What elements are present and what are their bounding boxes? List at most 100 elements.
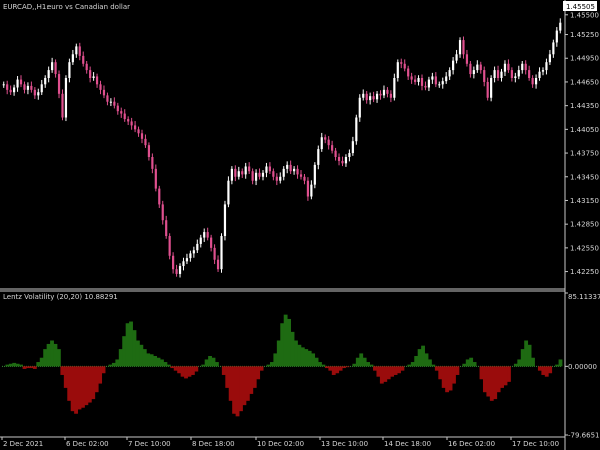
price-tick-label: 1.44950 [570, 55, 599, 63]
candle-body [503, 63, 507, 72]
histogram-bar-positive [129, 321, 133, 367]
candle-body [310, 184, 313, 197]
histogram-bar-negative [386, 366, 391, 380]
histogram-bar-negative [67, 366, 72, 401]
histogram-bar-positive [12, 362, 17, 367]
histogram-bar-positive [122, 336, 127, 367]
histogram-bar-negative [335, 366, 340, 374]
histogram-bar-negative [239, 366, 243, 412]
indicator-tick-label: -79.66513 [568, 432, 600, 440]
candle-body [493, 70, 496, 78]
candle-body [431, 76, 434, 80]
histogram-bar-positive [146, 353, 151, 367]
candle-body [44, 77, 47, 85]
candle-body [16, 79, 19, 88]
histogram-bar-positive [208, 356, 212, 367]
candle-body [19, 79, 23, 85]
candle-body [9, 89, 12, 93]
histogram-bar-positive [318, 362, 322, 367]
histogram-bar-negative [91, 366, 96, 400]
histogram-bar-negative [379, 366, 384, 384]
candle-body [279, 176, 282, 181]
candle-body [206, 232, 209, 238]
histogram-bar-negative [328, 366, 333, 371]
histogram-bar-positive [307, 350, 312, 367]
candle-body [521, 63, 524, 71]
histogram-bar-negative [548, 366, 553, 374]
candle-body [92, 76, 95, 78]
chart-svg: 1.45500 1.45250 1.44950 1.44650 1.44350 1.440… [0, 0, 600, 450]
candle-body [23, 84, 26, 90]
histogram-bar-negative [438, 366, 443, 380]
candle-body [237, 171, 240, 177]
histogram-bar-positive [469, 357, 474, 367]
candle-body [213, 247, 216, 260]
indicator-tick-label: 0.00000 [568, 363, 597, 371]
candle-body [47, 70, 50, 78]
candle-body [248, 166, 251, 172]
histogram-bar-negative [32, 366, 37, 369]
candle-body [133, 125, 137, 130]
histogram-bar-negative [500, 366, 504, 388]
time-tick-label: 16 Dec 02:00 [448, 440, 495, 448]
histogram-bar-negative [342, 366, 346, 369]
histogram-bar-negative [190, 366, 195, 375]
symbol-label: EURCAD,,H1: [3, 3, 49, 11]
candle-body [71, 54, 74, 63]
histogram-bar-positive [19, 364, 24, 367]
candle-body [51, 62, 54, 71]
candle-body [320, 137, 323, 150]
histogram-bar-negative [245, 366, 250, 401]
candle-body [445, 76, 448, 82]
histogram-bar-positive [421, 345, 425, 367]
candle-body [358, 97, 361, 118]
histogram-bar-negative [390, 366, 395, 377]
candle-body [331, 145, 334, 151]
candle-body [258, 172, 261, 177]
candle-body [196, 243, 199, 251]
histogram-bar-positive [50, 340, 54, 367]
histogram-bar-positive [431, 364, 436, 367]
candle-body [40, 84, 43, 93]
histogram-bar-negative [544, 366, 549, 377]
time-tick-label: 13 Dec 10:00 [321, 440, 368, 448]
candle-body [407, 68, 410, 77]
price-tick-label: 1.42850 [570, 221, 599, 229]
candle-body [545, 62, 548, 71]
candle-body [528, 70, 531, 78]
candle-body [389, 93, 392, 98]
time-tick-label: 17 Dec 10:00 [512, 440, 559, 448]
histogram-bar-positive [555, 364, 559, 367]
symbol-description: euro vs Canadian dollar [47, 3, 130, 11]
candle-body [75, 46, 78, 55]
histogram-bar-negative [87, 366, 92, 403]
candle-body [462, 40, 465, 55]
histogram-bar-negative [455, 366, 460, 375]
histogram-bar-positive [211, 357, 216, 367]
candle-body [334, 150, 337, 158]
candle-body [210, 237, 213, 248]
histogram-bar-negative [232, 366, 237, 414]
histogram-bar-negative [452, 366, 456, 384]
candle-body [306, 180, 310, 197]
histogram-bar-positive [297, 344, 302, 367]
price-tick-label: 1.44350 [570, 102, 599, 110]
candle-body [365, 93, 368, 101]
histogram-bar-positive [5, 364, 10, 367]
price-tick-label: 1.44650 [570, 78, 599, 86]
histogram-bar-negative [331, 366, 336, 375]
candle-body [116, 105, 119, 112]
candle-body [448, 70, 451, 77]
candle-body [344, 157, 348, 164]
histogram-bar-positive [280, 323, 285, 367]
histogram-bar-negative [256, 366, 261, 380]
histogram-bar-negative [252, 366, 257, 388]
candle-body [510, 70, 513, 78]
candle-body [61, 93, 64, 118]
histogram-bar-negative [98, 366, 103, 384]
candle-body [199, 237, 202, 244]
histogram-bar-positive [53, 343, 58, 367]
histogram-bar-positive [283, 314, 288, 367]
candle-body [127, 119, 130, 122]
candle-body [227, 180, 230, 205]
